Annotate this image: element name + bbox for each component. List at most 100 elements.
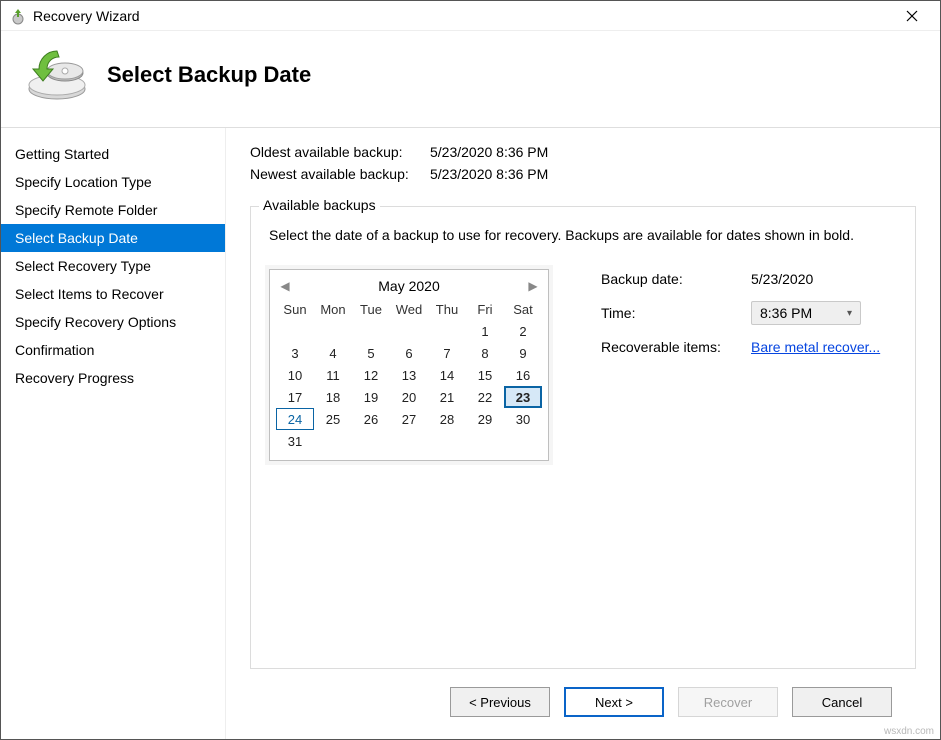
calendar-day[interactable]: 13 [390,364,428,386]
calendar-dow: Sat [504,298,542,320]
calendar-day[interactable]: 31 [276,430,314,452]
sidebar-item-specify-recovery-options[interactable]: Specify Recovery Options [1,308,225,336]
cancel-button[interactable]: Cancel [792,687,892,717]
calendar-header: ◀ May 2020 ▶ [270,270,548,298]
calendar-day[interactable]: 10 [276,364,314,386]
calendar-day[interactable]: 25 [314,408,352,430]
time-dropdown[interactable]: 8:36 PM ▾ [751,301,861,325]
calendar-day[interactable]: 7 [428,342,466,364]
calendar-day[interactable]: 28 [428,408,466,430]
backup-details: Backup date: 5/23/2020 Time: 8:36 PM ▾ [601,269,897,369]
newest-backup-row: Newest available backup: 5/23/2020 8:36 … [250,166,916,182]
calendar-dow: Tue [352,298,390,320]
group-description: Select the date of a backup to use for r… [269,227,897,243]
sidebar-item-specify-location-type[interactable]: Specify Location Type [1,168,225,196]
calendar-day[interactable]: 15 [466,364,504,386]
recovery-wizard-window: Recovery Wizard Select Backup Date Gett [0,0,941,740]
sidebar-item-confirmation[interactable]: Confirmation [1,336,225,364]
newest-backup-value: 5/23/2020 8:36 PM [430,166,916,182]
calendar-day[interactable]: 2 [504,320,542,342]
available-backups-group: Available backups Select the date of a b… [250,206,916,669]
calendar-day[interactable]: 5 [352,342,390,364]
calendar-day[interactable]: 22 [466,386,504,408]
sidebar-item-select-recovery-type[interactable]: Select Recovery Type [1,252,225,280]
app-icon [9,7,27,25]
calendar-day[interactable]: 30 [504,408,542,430]
sidebar-item-recovery-progress[interactable]: Recovery Progress [1,364,225,392]
calendar-day[interactable]: 14 [428,364,466,386]
group-inner: ◀ May 2020 ▶ Sun Mon Tue Wed Thu Fr [269,269,897,461]
calendar-day[interactable]: 29 [466,408,504,430]
group-label: Available backups [259,197,380,213]
calendar-day[interactable]: 12 [352,364,390,386]
calendar-day[interactable]: 17 [276,386,314,408]
previous-button[interactable]: < Previous [450,687,550,717]
recover-button: Recover [678,687,778,717]
backup-date-row: Backup date: 5/23/2020 [601,271,897,287]
calendar-day[interactable]: 27 [390,408,428,430]
sidebar-item-select-items-to-recover[interactable]: Select Items to Recover [1,280,225,308]
calendar-grid: Sun Mon Tue Wed Thu Fri Sat 123456789101… [270,298,548,460]
calendar-day [352,320,390,342]
calendar-week-row: 17181920212223 [276,386,542,408]
time-label: Time: [601,305,751,321]
calendar-day[interactable]: 20 [390,386,428,408]
recovery-icon [25,47,95,103]
calendar-day[interactable]: 23 [504,386,542,408]
recoverable-items-row: Recoverable items: Bare metal recover... [601,339,897,355]
time-value: 8:36 PM [760,305,812,321]
backup-date-label: Backup date: [601,271,751,287]
recoverable-items-label: Recoverable items: [601,339,751,355]
calendar-month-title: May 2020 [292,278,526,294]
chevron-down-icon: ▾ [847,308,852,319]
backup-date-value: 5/23/2020 [751,271,897,287]
recoverable-items-link[interactable]: Bare metal recover... [751,339,880,355]
calendar-day[interactable]: 26 [352,408,390,430]
titlebar: Recovery Wizard [1,1,940,31]
calendar-day[interactable]: 18 [314,386,352,408]
page-title: Select Backup Date [107,62,311,88]
time-row: Time: 8:36 PM ▾ [601,301,897,325]
wizard-content: Oldest available backup: 5/23/2020 8:36 … [226,128,940,739]
wizard-steps-sidebar: Getting Started Specify Location Type Sp… [1,128,226,739]
calendar-day[interactable]: 16 [504,364,542,386]
calendar-day [276,320,314,342]
calendar-day[interactable]: 4 [314,342,352,364]
calendar-day [352,430,390,452]
calendar-day [504,430,542,452]
calendar-dow: Mon [314,298,352,320]
calendar-day[interactable]: 8 [466,342,504,364]
calendar-day [314,320,352,342]
next-button[interactable]: Next > [564,687,664,717]
calendar-prev-button[interactable]: ◀ [278,279,292,293]
newest-backup-label: Newest available backup: [250,166,430,182]
calendar-dow: Thu [428,298,466,320]
calendar-day[interactable]: 11 [314,364,352,386]
calendar-week-row: 31 [276,430,542,452]
calendar-dow: Wed [390,298,428,320]
wizard-footer: < Previous Next > Recover Cancel [250,669,916,739]
calendar-next-button[interactable]: ▶ [526,279,540,293]
oldest-backup-label: Oldest available backup: [250,144,430,160]
calendar-day [466,430,504,452]
calendar-day[interactable]: 21 [428,386,466,408]
oldest-backup-value: 5/23/2020 8:36 PM [430,144,916,160]
close-button[interactable] [892,2,932,30]
calendar-day[interactable]: 3 [276,342,314,364]
wizard-header: Select Backup Date [1,31,940,127]
calendar-day [390,320,428,342]
calendar-day [428,320,466,342]
calendar-dow: Sun [276,298,314,320]
calendar-week-row: 3456789 [276,342,542,364]
sidebar-item-getting-started[interactable]: Getting Started [1,140,225,168]
sidebar-item-select-backup-date[interactable]: Select Backup Date [1,224,225,252]
sidebar-item-specify-remote-folder[interactable]: Specify Remote Folder [1,196,225,224]
calendar-day[interactable]: 1 [466,320,504,342]
calendar-day[interactable]: 19 [352,386,390,408]
window-title: Recovery Wizard [33,8,892,24]
calendar-day[interactable]: 6 [390,342,428,364]
calendar-day[interactable]: 24 [276,408,314,430]
calendar-dow: Fri [466,298,504,320]
calendar-day[interactable]: 9 [504,342,542,364]
calendar-day [390,430,428,452]
